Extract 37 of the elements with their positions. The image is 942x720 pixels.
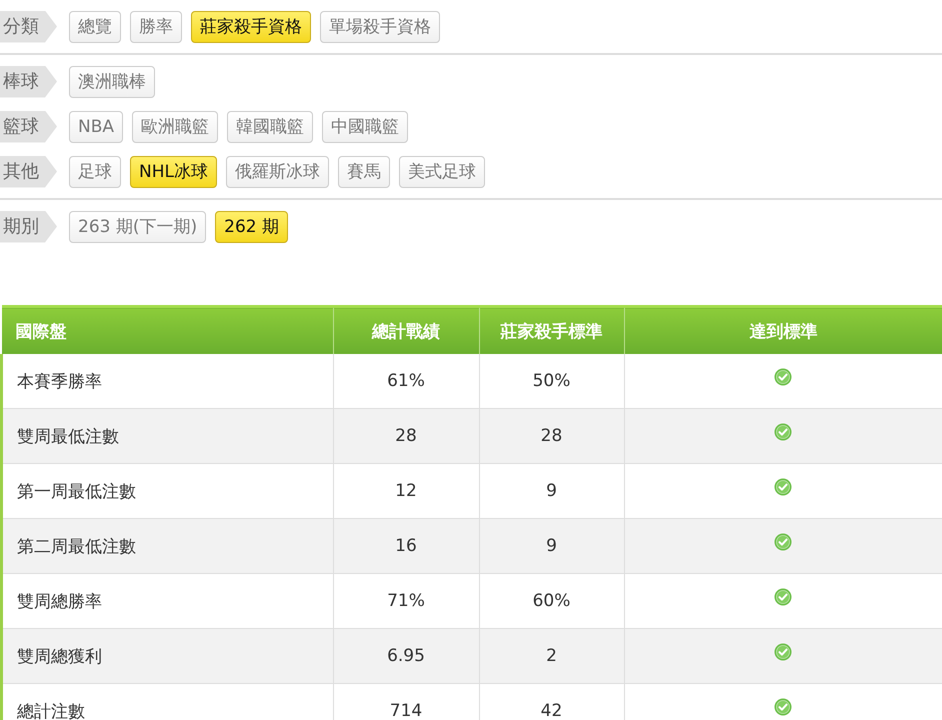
filter-tag[interactable]: 總覽 [69,10,121,42]
filter-group-label: 期別 [0,210,57,242]
table-cell: 總計注數 [2,684,333,720]
table-cell: 16 [333,518,479,574]
table-cell: 6.95 [333,628,479,684]
table-cell: 第二周最低注數 [2,518,333,574]
column-header: 總計戰績 [333,306,479,354]
filter-tag[interactable]: 勝率 [130,10,182,42]
filter-tag[interactable]: NBA [69,110,124,142]
filter-group-label: 其他 [0,156,57,188]
filter-tag[interactable]: 美式足球 [398,156,485,188]
table-cell: 雙周最低注數 [2,408,333,464]
filter-tag[interactable]: NHL冰球 [130,156,217,188]
filter-tag[interactable]: 中國職籃 [322,110,408,142]
table-cell: 28 [333,408,479,464]
column-header: 達到標準 [624,306,942,354]
table-cell: 28 [479,408,624,464]
filter-group-label: 籃球 [0,110,57,142]
filter-tag[interactable]: 歐洲職籃 [132,110,218,142]
filter-tag[interactable]: 俄羅斯冰球 [226,156,329,188]
column-header: 莊家殺手標準 [479,306,624,354]
filter-tag[interactable]: 263 期(下一期) [69,210,206,242]
filter-tag[interactable]: 單場殺手資格 [320,10,440,42]
filter-tag[interactable]: 262 期 [215,210,288,242]
filter-tag[interactable]: 賽馬 [338,156,390,188]
table-cell: 雙周總獲利 [2,628,333,684]
table-cell: 2 [479,628,624,684]
filter-tag[interactable]: 澳洲職棒 [69,66,155,98]
filter-tag[interactable]: 莊家殺手資格 [191,10,311,42]
filter-tag[interactable]: 足球 [69,156,121,188]
filter-group-label: 分類 [0,10,57,42]
column-header: 國際盤 [2,306,333,354]
table-cell: 9 [479,518,624,574]
table-cell: 42 [479,684,624,720]
filter-group-label: 棒球 [0,66,57,98]
table-cell: 714 [333,684,479,720]
filter-tag[interactable]: 韓國職籃 [227,110,314,142]
